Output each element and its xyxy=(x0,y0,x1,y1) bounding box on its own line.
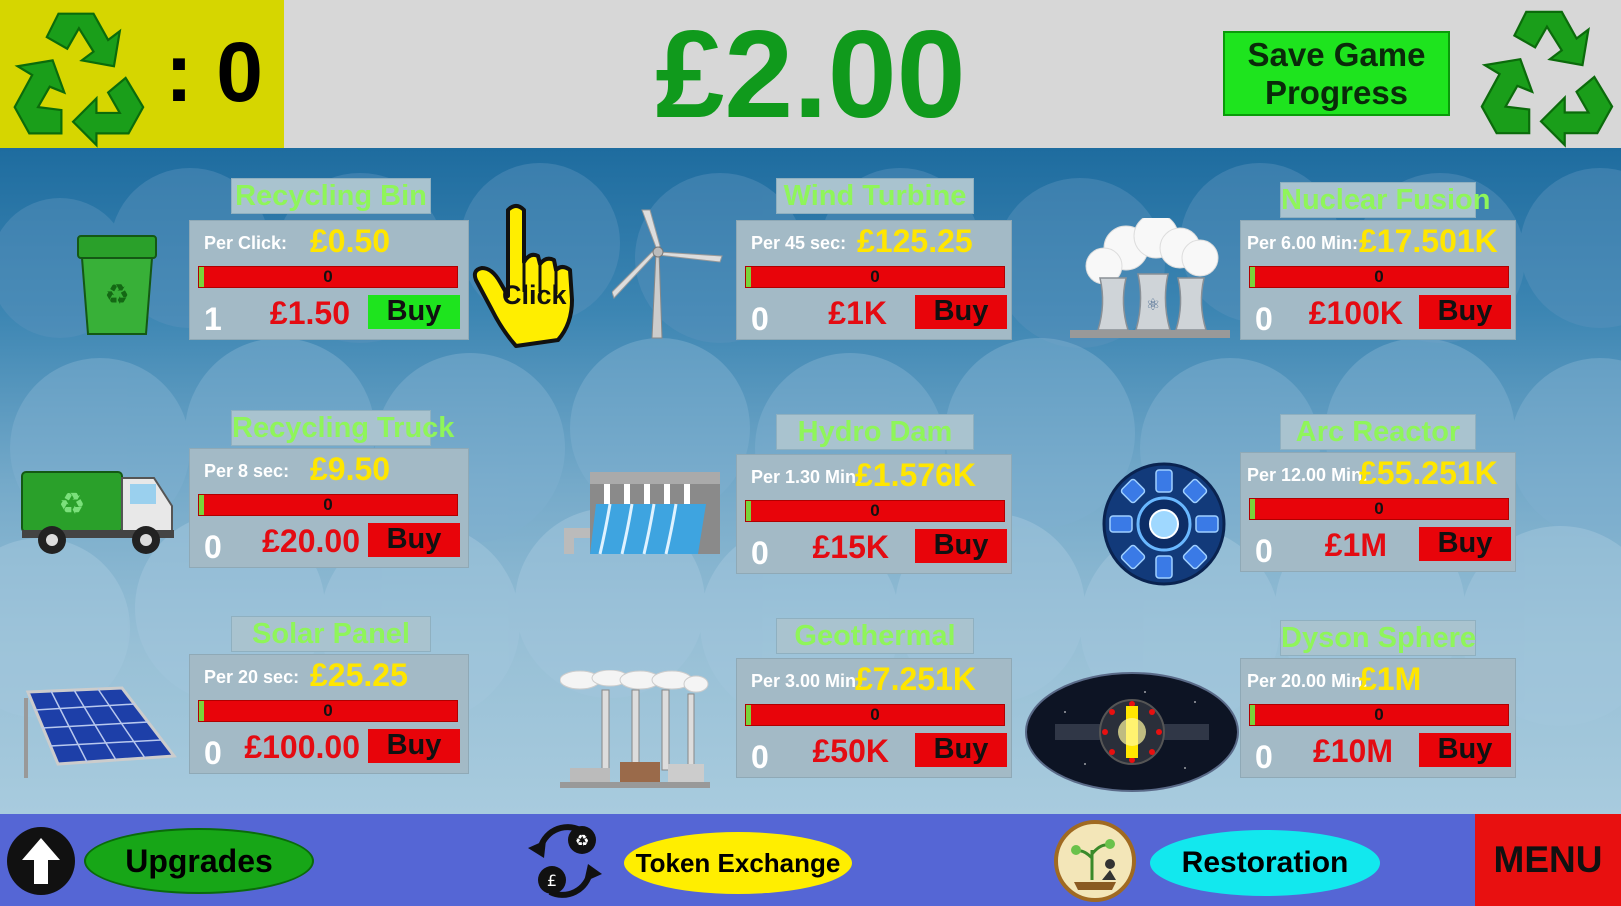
generator-card-hydro-dam: Per 1.30 Min: £1.576K 0 0 £15K Buy xyxy=(736,454,1012,574)
arc-reactor-icon xyxy=(1100,462,1228,586)
bottom-bar: Upgrades ♻ £ Token Exchange Restoration … xyxy=(0,814,1621,906)
cost-value: £1M xyxy=(1324,527,1387,563)
cost-value: £15K xyxy=(812,529,890,565)
buy-button[interactable]: Buy xyxy=(915,529,1007,563)
rate-value: £1M xyxy=(1359,661,1422,697)
generator-card-dyson-sphere: Per 20.00 Min: £1M 0 0 £10M Buy xyxy=(1240,658,1516,778)
wind-turbine-icon xyxy=(611,208,732,340)
buy-button[interactable]: Buy xyxy=(368,729,460,763)
rate-label: Per Click: xyxy=(204,233,288,253)
rate-value: £9.50 xyxy=(310,451,391,487)
generator-card-recycling-truck: Per 8 sec: £9.50 0 0 £20.00 Buy xyxy=(189,448,469,568)
owned-count: 0 xyxy=(751,301,769,337)
token-exchange-button[interactable]: Token Exchange xyxy=(624,832,852,894)
nuclear-plant-icon: ⚛ xyxy=(1070,213,1230,340)
rate-value: £55.251K xyxy=(1359,455,1498,491)
generator-card-recycling-bin: Per Click: £0.50 0 1 £1.50 Buy xyxy=(189,220,469,340)
cost-value: £20.00 xyxy=(262,523,360,559)
generator-title: Recycling Bin xyxy=(231,178,431,214)
menu-button[interactable]: MENU xyxy=(1475,814,1621,906)
rate-label: Per 20.00 Min: xyxy=(1247,671,1369,691)
rate-label: Per 8 sec: xyxy=(204,461,290,481)
pointer-hand-icon xyxy=(472,204,574,348)
progress-bar: 0 xyxy=(745,500,1005,522)
solar-panel-icon xyxy=(18,678,178,788)
token-exchange-icon[interactable]: ♻ £ xyxy=(520,820,612,902)
owned-count: 0 xyxy=(1255,739,1273,775)
generator-title: Dyson Sphere xyxy=(1280,620,1476,656)
svg-text:♻: ♻ xyxy=(59,487,86,522)
upgrades-button[interactable]: Upgrades xyxy=(84,828,314,894)
buy-button[interactable]: Buy xyxy=(368,295,460,329)
buy-button[interactable]: Buy xyxy=(915,733,1007,767)
progress-bar: 0 xyxy=(198,700,458,722)
rate-label: Per 1.30 Min: xyxy=(751,467,863,487)
buy-button[interactable]: Buy xyxy=(1419,527,1511,561)
generator-title: Arc Reactor xyxy=(1280,414,1476,450)
progress-bar: 0 xyxy=(198,494,458,516)
rate-value: £25.25 xyxy=(310,657,408,693)
generator-title: Hydro Dam xyxy=(776,414,974,450)
geothermal-plant-icon xyxy=(559,669,710,790)
rate-label: Per 45 sec: xyxy=(751,233,847,253)
up-arrow-icon[interactable] xyxy=(6,826,76,896)
generator-title: Geothermal xyxy=(776,618,974,654)
rate-value: £7.251K xyxy=(855,661,976,697)
game-area: Click ♻ Recycling Bin Per Click: £0.50 0… xyxy=(0,148,1621,814)
rate-label: Per 12.00 Min: xyxy=(1247,465,1369,485)
rate-label: Per 3.00 Min: xyxy=(751,671,863,691)
owned-count: 1 xyxy=(204,301,222,337)
buy-button[interactable]: Buy xyxy=(1419,733,1511,767)
hydro-dam-icon xyxy=(560,468,725,558)
cost-value: £100K xyxy=(1308,295,1403,331)
rate-value: £0.50 xyxy=(310,223,391,259)
buy-button[interactable]: Buy xyxy=(1419,295,1511,329)
top-bar: : 0 £2.00 Save Game Progress xyxy=(0,0,1621,148)
click-button[interactable]: Click xyxy=(472,200,582,350)
restoration-button[interactable]: Restoration xyxy=(1150,830,1380,896)
cost-value: £10M xyxy=(1312,733,1393,769)
svg-text:♻: ♻ xyxy=(104,278,129,311)
dyson-sphere-icon xyxy=(1025,672,1239,792)
progress-bar: 0 xyxy=(198,266,458,288)
owned-count: 0 xyxy=(1255,301,1273,337)
cost-value: £100.00 xyxy=(244,729,360,765)
buy-button[interactable]: Buy xyxy=(368,523,460,557)
generator-title: Nuclear Fusion xyxy=(1280,182,1491,218)
svg-text:♻: ♻ xyxy=(575,831,589,850)
rate-value: £125.25 xyxy=(857,223,973,259)
save-game-button[interactable]: Save Game Progress xyxy=(1223,31,1450,116)
generator-card-solar-panel: Per 20 sec: £25.25 0 0 £100.00 Buy xyxy=(189,654,469,774)
generator-title: Wind Turbine xyxy=(776,178,974,214)
recycling-bin-icon: ♻ xyxy=(72,230,162,340)
progress-bar: 0 xyxy=(745,704,1005,726)
progress-bar: 0 xyxy=(1249,266,1509,288)
cost-value: £1K xyxy=(828,295,887,331)
progress-bar: 0 xyxy=(1249,498,1509,520)
rate-value: £1.576K xyxy=(855,457,976,493)
buy-button[interactable]: Buy xyxy=(915,295,1007,329)
cost-value: £50K xyxy=(812,733,890,769)
generator-card-geothermal: Per 3.00 Min: £7.251K 0 0 £50K Buy xyxy=(736,658,1012,778)
generator-card-nuclear-fusion: Per 6.00 Min: £17.501K 0 0 £100K Buy xyxy=(1240,220,1516,340)
restoration-icon[interactable] xyxy=(1052,820,1138,902)
generator-card-wind-turbine: Per 45 sec: £125.25 0 0 £1K Buy xyxy=(736,220,1012,340)
owned-count: 0 xyxy=(1255,533,1273,569)
recycling-truck-icon: ♻ xyxy=(18,468,178,558)
owned-count: 0 xyxy=(751,535,769,571)
owned-count: 0 xyxy=(751,739,769,775)
generator-card-arc-reactor: Per 12.00 Min: £55.251K 0 0 £1M Buy xyxy=(1240,452,1516,572)
rate-value: £17.501K xyxy=(1359,223,1498,259)
generator-title: Recycling Truck xyxy=(231,410,455,446)
progress-bar: 0 xyxy=(745,266,1005,288)
progress-bar: 0 xyxy=(1249,704,1509,726)
cost-value: £1.50 xyxy=(269,295,350,331)
rate-label: Per 20 sec: xyxy=(204,667,300,687)
generator-title: Solar Panel xyxy=(231,616,431,652)
recycle-logo-icon xyxy=(1480,10,1614,148)
svg-text:⚛: ⚛ xyxy=(1146,295,1160,314)
svg-text:£: £ xyxy=(547,871,557,890)
click-label: Click xyxy=(502,280,567,310)
rate-label: Per 6.00 Min: xyxy=(1247,233,1359,253)
